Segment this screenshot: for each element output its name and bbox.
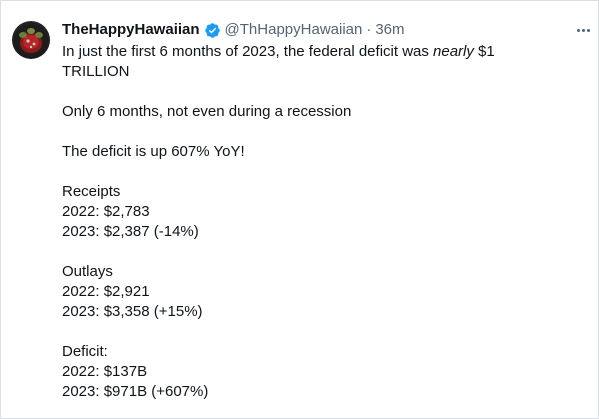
display-name[interactable]: TheHappyHawaiian xyxy=(62,20,200,40)
deficit-up-line: The deficit is up 607% YoY! xyxy=(62,143,245,160)
receipts-2023: 2023: $2,387 (-14%) xyxy=(62,223,199,240)
more-options-icon[interactable] xyxy=(572,21,594,39)
verified-badge-icon xyxy=(204,22,221,39)
intro-line: In just the first 6 months of 2023, the … xyxy=(62,42,582,62)
deficit-heading: Deficit: xyxy=(62,343,108,360)
intro-amount: $1 xyxy=(473,43,495,60)
outlays-heading: Outlays xyxy=(62,263,113,280)
tweet-text: In just the first 6 months of 2023, the … xyxy=(62,42,582,402)
outlays-2022: 2022: $2,921 xyxy=(62,283,150,300)
deficit-2023: 2023: $971B (+607%) xyxy=(62,383,209,400)
recession-line: Only 6 months, not even during a recessi… xyxy=(62,103,352,120)
intro-text: In just the first 6 months of 2023, the … xyxy=(62,43,434,60)
intro-line-2: TRILLION xyxy=(62,63,130,80)
user-handle[interactable]: @ThHappyHawaiian xyxy=(225,20,363,40)
avatar-image xyxy=(19,28,43,53)
separator-dot: · xyxy=(366,21,372,38)
timestamp[interactable]: 36m xyxy=(375,20,404,40)
tweet-card: TheHappyHawaiian @ThHappyHawaiian · 36m … xyxy=(0,0,599,419)
outlays-2023: 2023: $3,358 (+15%) xyxy=(62,303,203,320)
receipts-heading: Receipts xyxy=(62,183,121,200)
deficit-2022: 2022: $137B xyxy=(62,363,148,380)
tweet-header: TheHappyHawaiian @ThHappyHawaiian · 36m xyxy=(62,20,405,40)
avatar[interactable] xyxy=(12,21,50,59)
receipts-2022: 2022: $2,783 xyxy=(62,203,150,220)
intro-emphasis: nearly xyxy=(433,43,474,60)
